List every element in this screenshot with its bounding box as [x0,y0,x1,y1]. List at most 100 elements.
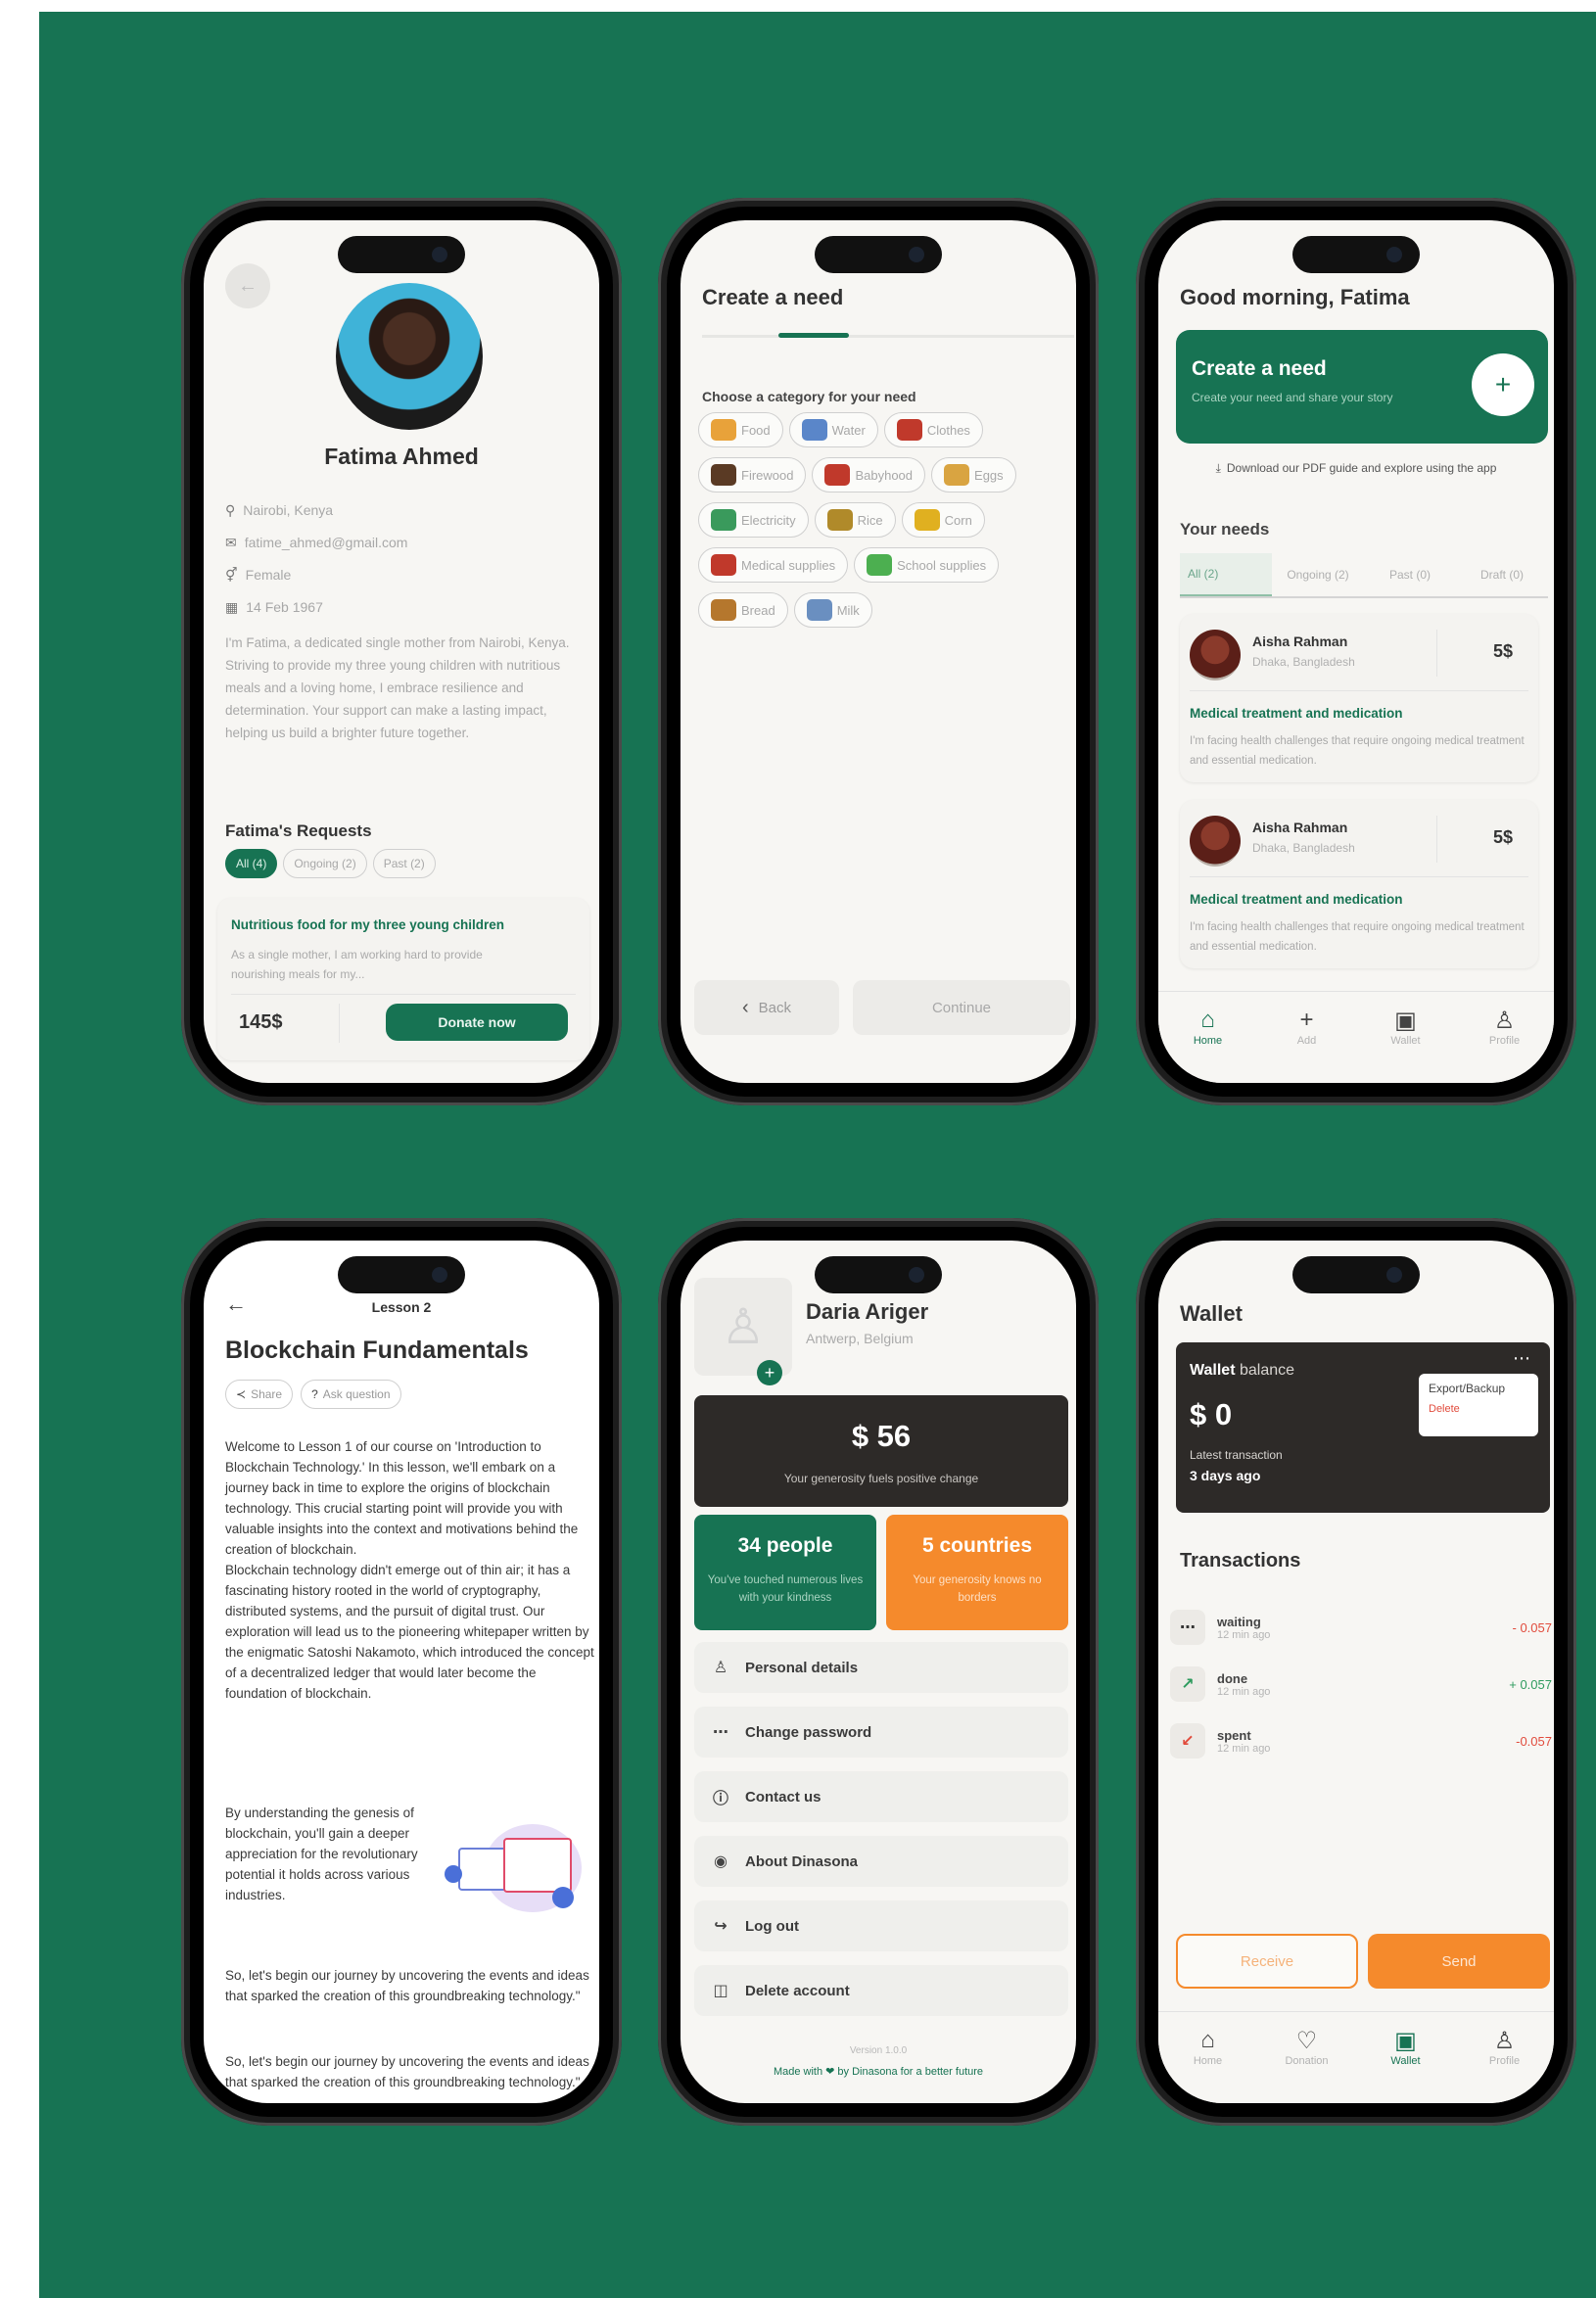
transaction-row[interactable]: ⋯ waiting 12 min ago - 0.057 [1170,1601,1552,1654]
dynamic-island [338,1256,465,1293]
illustration-node [445,1865,462,1883]
category-school-supplies[interactable]: School supplies [854,547,1000,583]
tx-status: done [1217,1670,1248,1686]
waiting-dots-icon: ⋯ [1170,1610,1205,1645]
continue-button[interactable]: Continue [853,980,1070,1035]
tab-all[interactable]: All (2) [1180,553,1272,596]
category-bread[interactable]: Bread [698,592,788,628]
nav-label: Profile [1488,2055,1521,2067]
food-icon [711,419,736,441]
nav-home[interactable]: ⌂ Home [1174,1006,1243,1083]
add-need-button[interactable]: + [1472,353,1534,416]
need-card[interactable]: Aisha Rahman Dhaka, Bangladesh 5$ Medica… [1180,614,1538,782]
category-food[interactable]: Food [698,412,783,447]
transaction-row[interactable]: ↗ done 12 min ago + 0.057 [1170,1658,1552,1711]
menu-delete-account[interactable]: ◫ Delete account [694,1965,1068,2016]
gender-icon: ⚥ [225,567,238,583]
progress-track [702,335,1074,338]
donate-button[interactable]: Donate now [386,1004,568,1041]
calendar-icon: ▦ [225,599,239,615]
category-firewood[interactable]: Firewood [698,457,807,492]
menu-change-password[interactable]: ⋯ Change password [694,1707,1068,1758]
page-title: Wallet [1180,1301,1243,1326]
transaction-row[interactable]: ↙ spent 12 min ago -0.057 [1170,1714,1552,1767]
filter-ongoing[interactable]: Ongoing (2) [283,849,367,878]
back-button[interactable]: ‹ Back [694,980,839,1035]
nav-profile[interactable]: ♙ Profile [1471,2026,1539,2103]
arrow-down-left-icon: ↙ [1170,1723,1205,1759]
nav-donation[interactable]: ♡ Donation [1273,2026,1341,2103]
firewood-icon [711,464,736,486]
more-options-button[interactable]: ⋯ [1513,1348,1530,1369]
menu-personal-details[interactable]: ♙ Personal details [694,1642,1068,1693]
nav-wallet[interactable]: ▣ Wallet [1372,1006,1440,1083]
nav-wallet[interactable]: ▣ Wallet [1372,2026,1440,2103]
send-button[interactable]: Send [1368,1934,1550,1989]
dynamic-island [815,1256,942,1293]
add-photo-button[interactable]: + [757,1360,782,1385]
nav-label: Home [1193,2055,1223,2067]
plus-icon: + [1494,369,1512,399]
need-card[interactable]: Aisha Rahman Dhaka, Bangladesh 5$ Medica… [1180,800,1538,968]
nav-label: Donation [1285,2055,1329,2067]
nav-add[interactable]: + Add [1273,1006,1341,1083]
need-title: Medical treatment and medication [1190,706,1403,721]
category-water[interactable]: Water [788,412,878,447]
people-stat-sub: You've touched numerous lives with your … [707,1574,864,1604]
back-button[interactable]: ← [225,263,270,308]
download-text: Download our PDF guide and explore using… [1226,461,1497,475]
medical-icon [711,554,736,576]
category-babyhood[interactable]: Babyhood [812,457,926,492]
lesson-paragraph: By understanding the genesis of blockcha… [225,1806,418,1902]
amount-divider [339,1004,340,1043]
category-corn[interactable]: Corn [901,502,985,538]
tx-info: done 12 min ago [1217,1671,1270,1698]
download-guide-link[interactable]: ⤓ Download our PDF guide and explore usin… [1158,461,1554,476]
nav-home[interactable]: ⌂ Home [1174,2026,1243,2103]
donation-total-card: $ 56 Your generosity fuels positive chan… [694,1395,1068,1507]
tab-ongoing[interactable]: Ongoing (2) [1272,553,1364,596]
share-button[interactable]: ≺ Share [225,1380,294,1409]
filter-all[interactable]: All (4) [225,849,278,878]
avatar-placeholder[interactable]: ♙ [694,1278,792,1376]
phone-account: ♙ + Daria Ariger Antwerp, Belgium $ 56 Y… [658,1218,1099,2126]
bread-icon [711,599,736,621]
blockchain-illustration [435,1818,591,1926]
menu-contact-us[interactable]: ⓘ Contact us [694,1771,1068,1822]
request-card[interactable]: Nutritious food for my three young child… [217,898,589,1060]
share-icon: ≺ [236,1387,247,1401]
nav-label: Wallet [1390,1035,1421,1047]
need-amount: 5$ [1493,641,1514,661]
menu-export-backup[interactable]: Export/Backup [1429,1382,1528,1395]
category-electricity[interactable]: Electricity [698,502,809,538]
category-milk[interactable]: Milk [793,592,872,628]
profile-screen: ← Fatima Ahmed ⚲ Nairobi, Kenya ✉ fatime_a… [204,220,599,1083]
category-eggs[interactable]: Eggs [931,457,1016,492]
lesson-paragraph: So, let's begin our journey by uncoverin… [225,2054,589,2089]
filter-past[interactable]: Past (2) [372,849,436,878]
nav-profile[interactable]: ♙ Profile [1471,1006,1539,1083]
illustration-screen [503,1838,572,1893]
home-icon: ⌂ [1200,1007,1215,1033]
wallet-screen: Wallet Wallet balance $ 0 Latest transac… [1158,1241,1554,2103]
tab-draft[interactable]: Draft (0) [1456,553,1548,596]
category-rice[interactable]: Rice [814,502,896,538]
account-name: Daria Ariger [806,1299,929,1324]
lesson-label: Lesson 2 [371,1299,432,1315]
menu-log-out[interactable]: ↪ Log out [694,1900,1068,1951]
tab-past[interactable]: Past (0) [1364,553,1456,596]
phone-lesson: ← Lesson 2 Blockchain Fundamentals ≺ Shar… [181,1218,622,2126]
menu-label: Change password [745,1723,872,1741]
category-clothes[interactable]: Clothes [883,412,983,447]
receive-button[interactable]: Receive [1176,1934,1358,1989]
app-version: Version 1.0.0 [849,2045,908,2056]
lesson-screen: ← Lesson 2 Blockchain Fundamentals ≺ Shar… [204,1241,599,2103]
category-medical-supplies[interactable]: Medical supplies [698,547,849,583]
menu-about[interactable]: ◉ About Dinasona [694,1836,1068,1887]
create-need-card[interactable]: Create a need Create your need and share… [1176,330,1548,444]
card-divider [1190,876,1528,877]
lesson-paragraph: Welcome to Lesson 1 of our course on 'In… [225,1439,579,1557]
menu-label: Contact us [745,1788,821,1806]
ask-question-button[interactable]: ? Ask question [301,1380,401,1409]
menu-delete[interactable]: Delete [1429,1403,1528,1415]
